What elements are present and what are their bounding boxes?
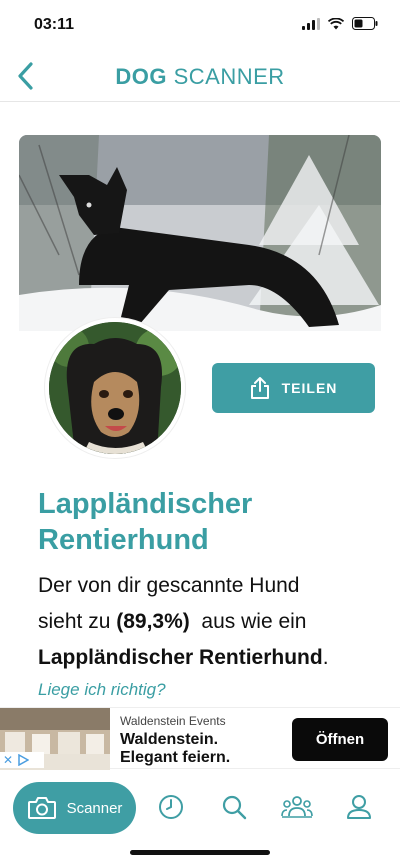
hero-photo <box>19 135 381 331</box>
search-icon <box>222 795 247 820</box>
page-title-rest: SCANNER <box>166 64 285 89</box>
battery-icon <box>352 17 378 30</box>
page-title: DOG SCANNER <box>0 64 400 90</box>
history-icon <box>159 795 183 819</box>
share-icon <box>250 377 269 399</box>
tab-scanner-label: Scanner <box>66 799 123 817</box>
tab-search[interactable] <box>219 792 249 822</box>
page-title-bold: DOG <box>115 64 167 89</box>
match-percentage: (89,3%) <box>116 610 190 633</box>
result-line-2-suffix: aus wie ein <box>189 610 307 633</box>
tab-bar: Scanner <box>0 776 400 840</box>
ad-headline: Waldenstein. Elegant feiern. <box>120 731 231 766</box>
result-description: Der von dir gescannte Hund sieht zu (89,… <box>38 568 378 676</box>
ad-open-button[interactable]: Öffnen <box>292 718 388 761</box>
wifi-icon <box>328 17 344 29</box>
result-breed-bold: Lappländischer Rentierhund <box>38 646 323 669</box>
tab-scanner[interactable]: Scanner <box>13 782 136 834</box>
adchoices-icon[interactable] <box>17 754 30 766</box>
signal-icon <box>302 17 320 30</box>
camera-icon <box>27 797 56 819</box>
home-indicator <box>130 850 270 855</box>
result-line-1: Der von dir gescannte Hund <box>38 574 300 597</box>
ad-choices[interactable]: ✕ <box>0 752 44 768</box>
ad-banner[interactable]: ✕ Waldenstein Events Waldenstein. Elegan… <box>0 707 400 770</box>
status-time: 03:11 <box>34 16 75 33</box>
tab-profile[interactable] <box>344 792 374 822</box>
status-icons <box>302 17 378 30</box>
breed-title: Lappländischer Rentierhund <box>38 488 253 556</box>
profile-icon <box>347 795 371 819</box>
close-icon[interactable]: ✕ <box>3 753 13 767</box>
status-bar: 03:11 <box>0 0 400 50</box>
community-icon <box>281 796 313 818</box>
result-period: . <box>322 646 329 669</box>
ad-advertiser: Waldenstein Events <box>120 714 226 728</box>
share-button[interactable]: TEILEN <box>212 363 375 413</box>
share-button-label: TEILEN <box>281 380 338 396</box>
tab-history[interactable] <box>156 792 186 822</box>
feedback-link[interactable]: Liege ich richtig? <box>38 680 166 700</box>
result-line-2-prefix: sieht zu <box>38 610 117 633</box>
nav-bar: DOG SCANNER <box>0 52 400 102</box>
scanned-dog-avatar <box>45 318 185 458</box>
tab-community[interactable] <box>280 792 314 822</box>
